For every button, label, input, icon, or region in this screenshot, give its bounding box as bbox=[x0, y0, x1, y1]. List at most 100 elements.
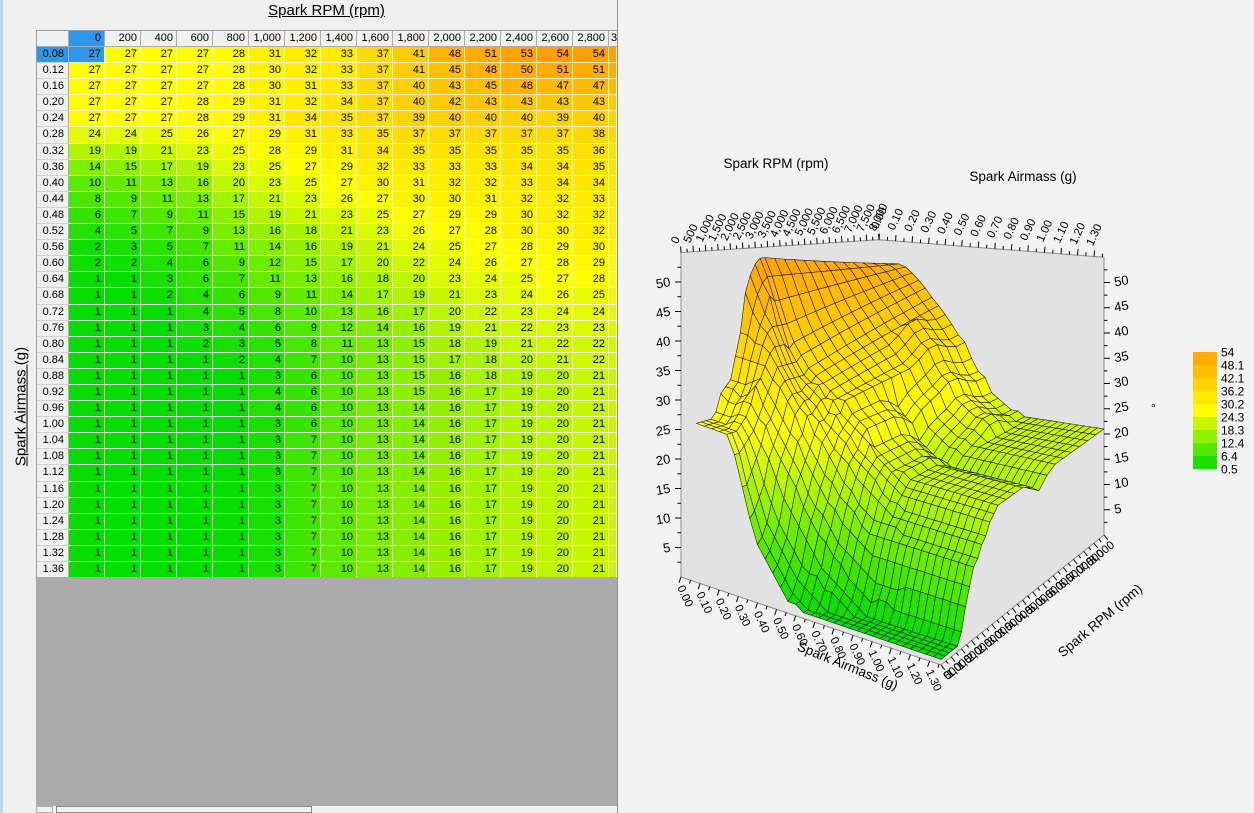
table-cell[interactable]: 21 bbox=[285, 208, 321, 224]
table-cell[interactable]: 32 bbox=[465, 176, 501, 192]
table-cell[interactable]: 43 bbox=[429, 79, 465, 95]
table-cell[interactable]: 1 bbox=[213, 498, 249, 514]
table-cell[interactable]: 15 bbox=[213, 208, 249, 224]
table-cell[interactable]: 28 bbox=[213, 47, 249, 63]
table-cell[interactable]: 40 bbox=[393, 95, 429, 111]
table-cell[interactable]: 21 bbox=[573, 449, 609, 465]
table-cell[interactable]: 6 bbox=[285, 385, 321, 401]
table-cell[interactable]: 21 bbox=[573, 514, 609, 530]
table-cell[interactable]: 4 bbox=[177, 305, 213, 321]
table-cell[interactable]: 19 bbox=[105, 144, 141, 160]
table-cell[interactable]: 25 bbox=[501, 272, 537, 288]
table-cell[interactable]: 27 bbox=[141, 63, 177, 79]
table-cell[interactable]: 1 bbox=[177, 498, 213, 514]
table-cell[interactable]: 3 bbox=[249, 369, 285, 385]
table-cell[interactable]: 20 bbox=[537, 498, 573, 514]
table-cell[interactable]: 22 bbox=[573, 337, 609, 353]
table-col-header-partial[interactable]: 3 bbox=[609, 31, 617, 47]
table-cell[interactable]: 17 bbox=[465, 465, 501, 481]
table-cell[interactable]: 3 bbox=[177, 321, 213, 337]
table-cell[interactable]: 18 bbox=[465, 369, 501, 385]
table-cell[interactable]: 28 bbox=[573, 272, 609, 288]
table-cell[interactable]: 6 bbox=[213, 288, 249, 304]
table-cell-partial[interactable] bbox=[609, 449, 617, 465]
table-row-header[interactable]: 1.12 bbox=[37, 465, 69, 481]
table-cell[interactable]: 6 bbox=[177, 256, 213, 272]
table-cell[interactable]: 13 bbox=[357, 401, 393, 417]
table-cell[interactable]: 6 bbox=[249, 321, 285, 337]
table-cell[interactable]: 28 bbox=[213, 79, 249, 95]
table-cell[interactable]: 1 bbox=[213, 369, 249, 385]
table-cell[interactable]: 10 bbox=[321, 353, 357, 369]
table-col-header[interactable]: 0 bbox=[69, 31, 105, 47]
table-cell[interactable]: 18 bbox=[429, 337, 465, 353]
table-cell-partial[interactable] bbox=[609, 47, 617, 63]
table-row-header[interactable]: 0.96 bbox=[37, 401, 69, 417]
table-cell[interactable]: 30 bbox=[357, 176, 393, 192]
table-cell[interactable]: 1 bbox=[105, 417, 141, 433]
table-cell[interactable]: 1 bbox=[141, 305, 177, 321]
table-cell[interactable]: 37 bbox=[357, 79, 393, 95]
table-cell-partial[interactable] bbox=[609, 353, 617, 369]
table-cell[interactable]: 43 bbox=[501, 95, 537, 111]
table-cell[interactable]: 23 bbox=[285, 192, 321, 208]
table-cell[interactable]: 17 bbox=[429, 353, 465, 369]
table-cell[interactable]: 27 bbox=[141, 111, 177, 127]
table-cell[interactable]: 20 bbox=[393, 272, 429, 288]
table-cell[interactable]: 27 bbox=[69, 95, 105, 111]
table-cell[interactable]: 3 bbox=[249, 465, 285, 481]
table-cell[interactable]: 21 bbox=[249, 192, 285, 208]
table-cell[interactable]: 23 bbox=[249, 176, 285, 192]
table-cell[interactable]: 15 bbox=[105, 160, 141, 176]
table-cell[interactable]: 17 bbox=[357, 288, 393, 304]
scrollbar-left-button[interactable] bbox=[36, 806, 53, 813]
table-cell[interactable]: 19 bbox=[501, 369, 537, 385]
table-cell[interactable]: 11 bbox=[321, 337, 357, 353]
table-row-header[interactable]: 0.48 bbox=[37, 208, 69, 224]
table-cell[interactable]: 16 bbox=[429, 401, 465, 417]
table-cell[interactable]: 1 bbox=[177, 353, 213, 369]
table-cell[interactable]: 17 bbox=[465, 530, 501, 546]
table-cell[interactable]: 10 bbox=[321, 498, 357, 514]
table-cell[interactable]: 17 bbox=[393, 305, 429, 321]
table-cell[interactable]: 2 bbox=[69, 240, 105, 256]
table-cell[interactable]: 40 bbox=[393, 79, 429, 95]
table-cell[interactable]: 1 bbox=[177, 530, 213, 546]
table-cell[interactable]: 1 bbox=[105, 369, 141, 385]
table-cell[interactable]: 37 bbox=[465, 127, 501, 143]
table-cell[interactable]: 3 bbox=[105, 240, 141, 256]
table-cell[interactable]: 27 bbox=[105, 111, 141, 127]
table-cell[interactable]: 1 bbox=[213, 449, 249, 465]
table-cell[interactable]: 5 bbox=[141, 240, 177, 256]
table-cell[interactable]: 1 bbox=[141, 369, 177, 385]
table-cell[interactable]: 21 bbox=[573, 530, 609, 546]
table-cell[interactable]: 7 bbox=[285, 449, 321, 465]
table-cell[interactable]: 1 bbox=[105, 385, 141, 401]
table-cell[interactable]: 34 bbox=[537, 160, 573, 176]
table-col-header[interactable]: 600 bbox=[177, 31, 213, 47]
table-col-header[interactable]: 200 bbox=[105, 31, 141, 47]
horizontal-scrollbar[interactable] bbox=[36, 806, 617, 813]
table-cell-partial[interactable] bbox=[609, 417, 617, 433]
table-cell[interactable]: 27 bbox=[105, 79, 141, 95]
table-cell[interactable]: 19 bbox=[501, 482, 537, 498]
table-cell[interactable]: 1 bbox=[69, 337, 105, 353]
table-cell[interactable]: 37 bbox=[357, 111, 393, 127]
table-cell[interactable]: 25 bbox=[429, 240, 465, 256]
table-cell[interactable]: 20 bbox=[537, 546, 573, 562]
table-cell[interactable]: 16 bbox=[429, 514, 465, 530]
table-cell[interactable]: 22 bbox=[573, 353, 609, 369]
table-cell[interactable]: 24 bbox=[69, 127, 105, 143]
table-cell[interactable]: 16 bbox=[429, 482, 465, 498]
table-cell-partial[interactable] bbox=[609, 63, 617, 79]
table-cell[interactable]: 21 bbox=[573, 401, 609, 417]
table-cell[interactable]: 2 bbox=[213, 353, 249, 369]
table-cell-partial[interactable] bbox=[609, 546, 617, 562]
table-cell[interactable]: 4 bbox=[249, 385, 285, 401]
table-cell[interactable]: 1 bbox=[141, 482, 177, 498]
table-cell[interactable]: 3 bbox=[249, 417, 285, 433]
table-cell[interactable]: 18 bbox=[357, 272, 393, 288]
table-cell[interactable]: 4 bbox=[249, 401, 285, 417]
table-col-header[interactable]: 1,800 bbox=[393, 31, 429, 47]
table-cell[interactable]: 53 bbox=[501, 47, 537, 63]
